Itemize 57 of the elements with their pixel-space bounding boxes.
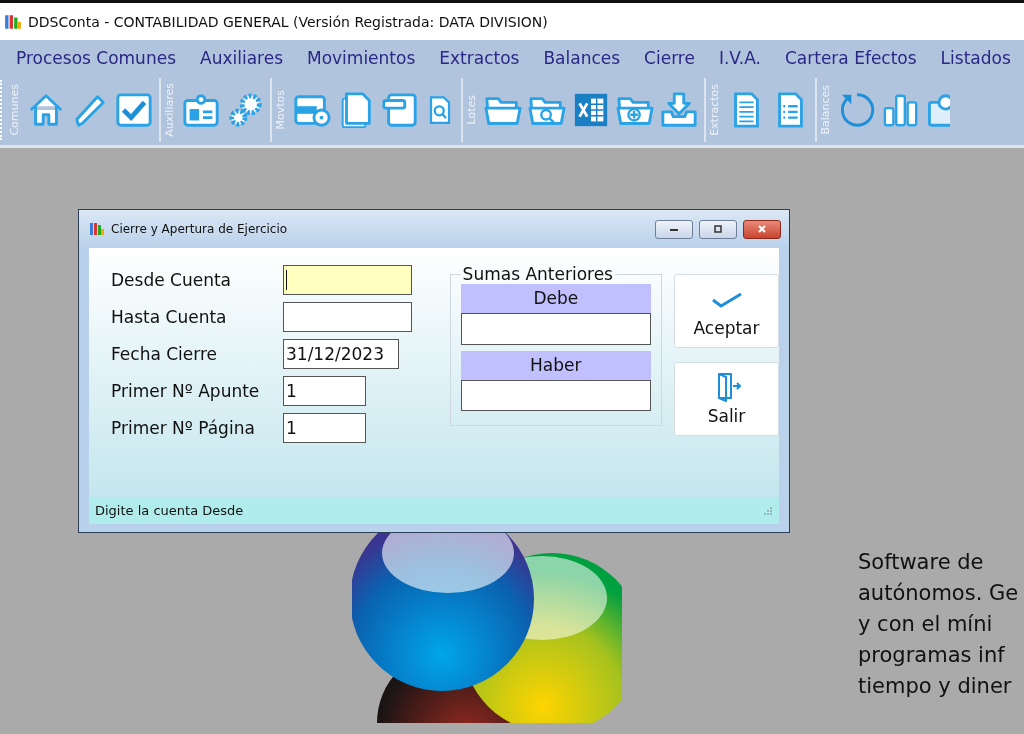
close-icon [756, 225, 768, 233]
input-field[interactable] [283, 302, 412, 332]
toolbar-group-label: Comunes [8, 84, 21, 136]
input-field[interactable]: 1 [283, 376, 366, 406]
input-field[interactable] [460, 313, 651, 345]
field-label: Fecha Cierre [111, 344, 219, 364]
toolbar-group-label: Balances [819, 85, 832, 135]
exit-button[interactable]: Salir [674, 362, 779, 436]
status-text: Digite la cuenta Desde [95, 503, 244, 518]
toolbar-group-label: Extractos [708, 84, 721, 136]
app-icon [89, 221, 105, 237]
toolbar-group-label: Movtos [274, 90, 287, 130]
monitor-icon[interactable] [926, 91, 950, 129]
refresh-icon[interactable] [838, 91, 876, 129]
menu-item[interactable]: Balances [543, 47, 621, 68]
menu-item[interactable]: Movimientos [307, 47, 416, 68]
download-icon[interactable] [660, 91, 698, 129]
gears-icon[interactable] [226, 91, 264, 129]
home-icon[interactable] [27, 91, 65, 129]
description-line: y con el míni [858, 611, 994, 638]
field-label: Desde Cuenta [111, 270, 233, 290]
minimize-button[interactable] [655, 219, 693, 239]
column-header: Debe [460, 284, 651, 313]
input-field[interactable] [460, 379, 651, 411]
checkbox-icon[interactable] [115, 91, 153, 129]
menu-item[interactable]: Extractos [439, 47, 520, 68]
dialog-title: Cierre y Apertura de Ejercicio [111, 222, 289, 236]
maximize-button[interactable] [699, 219, 737, 239]
menu-item[interactable]: I.V.A. [718, 47, 761, 68]
menu-item[interactable]: Auxiliares [200, 47, 283, 68]
toolbar-group-label: Auxiliares [163, 83, 176, 137]
description-line: tiempo y diner [858, 673, 1013, 700]
description-line: Software de [858, 549, 985, 576]
app-icon [4, 12, 22, 31]
description-line: programas inf [858, 642, 1006, 669]
field-label: Hasta Cuenta [111, 307, 228, 327]
resize-grip-icon [763, 505, 773, 516]
menu-item[interactable]: Cierre [644, 47, 695, 68]
group-title: Sumas Anteriores [461, 264, 614, 284]
menu-item[interactable]: Cartera Efectos [784, 47, 917, 68]
window-title: DDSConta - CONTABILIDAD GENERAL (Versión Registrada: DATA DIVISION) [28, 13, 548, 30]
column-header: Haber [460, 350, 651, 380]
close-button[interactable] [743, 219, 781, 239]
maximize-icon [712, 225, 724, 233]
spreadsheet-icon[interactable] [572, 91, 610, 129]
field-label: Primer Nº Página [111, 418, 256, 438]
description-line: autónomos. Ge [858, 580, 1019, 607]
accept-button[interactable]: Aceptar [674, 274, 779, 348]
field-label: Primer Nº Apunte [111, 381, 261, 401]
id-card-icon[interactable] [182, 91, 220, 129]
input-field[interactable]: 31/12/2023 [283, 339, 399, 369]
toolbar-group-label: Lotes [465, 95, 478, 125]
input-field[interactable]: 1 [283, 413, 366, 443]
menu-item[interactable]: Listados [940, 47, 1011, 68]
input-field[interactable] [283, 265, 412, 295]
menu-item[interactable]: Procesos Comunes [16, 47, 176, 68]
window-icon[interactable] [381, 91, 419, 129]
